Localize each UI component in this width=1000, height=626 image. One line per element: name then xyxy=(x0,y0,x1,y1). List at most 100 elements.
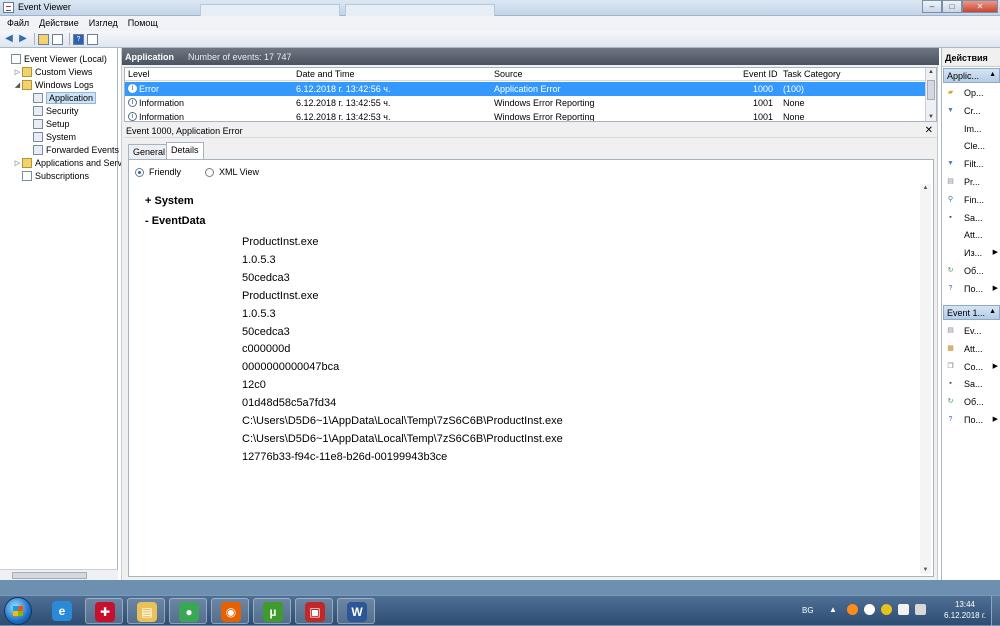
taskbar-utorrent-button[interactable]: µ xyxy=(253,598,291,624)
event-data-value: 50cedca3 xyxy=(242,271,290,284)
scroll-up-icon[interactable]: ▲ xyxy=(926,69,936,75)
menu-action[interactable]: Действие xyxy=(34,16,84,31)
start-button[interactable] xyxy=(4,597,32,625)
toolbar-separator xyxy=(69,33,70,45)
action-item[interactable]: Im... xyxy=(942,121,1000,138)
eventdata-section-toggle[interactable]: - EventData xyxy=(145,215,206,227)
show-desktop-button[interactable] xyxy=(991,596,1000,626)
column-source[interactable]: Source xyxy=(494,69,523,79)
column-date[interactable]: Date and Time xyxy=(296,69,355,79)
up-folder-icon[interactable] xyxy=(38,33,49,45)
taskbar-internet-explorer-button[interactable]: e xyxy=(43,598,81,624)
action-pane-icon[interactable] xyxy=(87,33,98,45)
back-arrow-icon[interactable]: ◀ xyxy=(3,33,15,45)
action-item[interactable]: Att... xyxy=(942,227,1000,244)
action-item[interactable]: ▪ Sa... xyxy=(942,376,1000,393)
tree-item[interactable]: ▷ Custom Views xyxy=(14,65,92,78)
action-item[interactable]: ▤ Ev... xyxy=(942,323,1000,340)
radio-friendly[interactable] xyxy=(135,167,144,177)
action-item[interactable]: ❐ Co... ▶ xyxy=(942,359,1000,376)
column-event-id[interactable]: Event ID xyxy=(743,69,778,79)
xml-view-option[interactable]: XML View xyxy=(205,167,259,177)
tree-item[interactable]: System xyxy=(25,130,76,143)
action-item[interactable]: ? По... ▶ xyxy=(942,412,1000,429)
column-level[interactable]: Level xyxy=(128,69,150,79)
expander-icon[interactable]: ▷ xyxy=(14,159,21,167)
tab-general[interactable]: General xyxy=(128,144,171,159)
friendly-option[interactable]: Friendly xyxy=(135,167,181,177)
tree-item[interactable]: Application xyxy=(25,91,97,104)
action-item[interactable]: ⚲ Fin... xyxy=(942,192,1000,209)
help-icon[interactable]: ? xyxy=(73,33,84,45)
submenu-arrow-icon: ▶ xyxy=(992,249,998,257)
expander-icon[interactable]: ◢ xyxy=(14,81,21,89)
action-item[interactable]: ↻ Об... xyxy=(942,394,1000,411)
tree-item[interactable]: Security xyxy=(25,104,79,117)
taskbar-word-button[interactable]: W xyxy=(337,598,375,624)
table-row[interactable]: i Error 6.12.2018 г. 13:42:56 ч. Applicatio… xyxy=(125,82,925,96)
collapse-icon[interactable]: ▲ xyxy=(989,71,996,78)
action-item[interactable]: ▼ Cr... xyxy=(942,103,1000,120)
menu-view[interactable]: Изглед xyxy=(84,16,123,31)
tree-item[interactable]: Subscriptions xyxy=(14,169,89,182)
table-scrollbar[interactable]: ▲ ▼ xyxy=(925,68,936,121)
action-item-label: Op... xyxy=(964,88,984,98)
actions-section-header[interactable]: Event 1... ▲ xyxy=(943,305,1000,320)
tray-app-icon[interactable] xyxy=(881,604,892,615)
scroll-up-icon[interactable]: ▲ xyxy=(920,185,931,191)
show-hidden-icons-icon[interactable]: ▲ xyxy=(829,605,837,614)
tree-item[interactable]: Forwarded Events xyxy=(25,143,119,156)
folder-icon xyxy=(22,79,32,90)
menu-help[interactable]: Помощ xyxy=(123,16,163,31)
action-item[interactable]: ▦ Att... xyxy=(942,341,1000,358)
taskbar-toolbox-button[interactable]: ▣ xyxy=(295,598,333,624)
close-details-icon[interactable]: ✕ xyxy=(925,125,933,136)
tree-item[interactable]: ◢ Windows Logs xyxy=(14,78,94,91)
tray-app-icon[interactable] xyxy=(864,604,875,615)
event-count: Number of events: 17 747 xyxy=(188,51,292,62)
scroll-thumb[interactable] xyxy=(927,80,935,100)
forward-arrow-icon[interactable]: ▶ xyxy=(17,33,29,45)
tray-app-icon[interactable] xyxy=(847,604,858,615)
taskbar-chrome-button[interactable]: ● xyxy=(169,598,207,624)
scroll-thumb[interactable] xyxy=(12,572,87,579)
action-item-label: Sa... xyxy=(964,212,983,223)
clock[interactable]: 13:44 6.12.2018 г. xyxy=(944,599,986,621)
volume-icon[interactable] xyxy=(915,604,926,615)
minimize-button[interactable]: – xyxy=(922,0,942,13)
taskbar-file-explorer-button[interactable]: ▤ xyxy=(127,598,165,624)
action-item[interactable]: ↻ Об... xyxy=(942,263,1000,280)
tree-item[interactable]: ▷ Applications and Servi xyxy=(14,156,124,169)
maximize-button[interactable]: □ xyxy=(942,0,962,13)
event-data-value: ProductInst.exe xyxy=(242,236,319,248)
radio-xml-view[interactable] xyxy=(205,167,214,177)
action-item[interactable]: Cle... xyxy=(942,138,1000,155)
expander-icon[interactable]: ▷ xyxy=(14,68,21,76)
table-row[interactable]: i Information 6.12.2018 г. 13:42:53 ч. Wind… xyxy=(125,110,925,121)
collapse-icon[interactable]: ▲ xyxy=(989,308,996,315)
close-button[interactable]: ✕ xyxy=(962,0,998,13)
scroll-down-icon[interactable]: ▼ xyxy=(926,114,936,120)
taskbar-language-flag-button[interactable]: ✚ xyxy=(85,598,123,624)
action-item[interactable]: ▪ Sa... xyxy=(942,210,1000,227)
tab-details[interactable]: Details xyxy=(166,142,204,159)
action-item[interactable]: ▤ Pr... xyxy=(942,174,1000,191)
language-indicator[interactable]: BG xyxy=(802,606,814,615)
table-row[interactable]: i Information 6.12.2018 г. 13:42:55 ч. Wind… xyxy=(125,96,925,110)
console-tree-icon[interactable] xyxy=(52,33,63,45)
tree-item[interactable]: Setup xyxy=(25,117,70,130)
tree-item[interactable]: Event Viewer (Local) xyxy=(3,52,107,65)
action-item[interactable]: Из... ▶ xyxy=(942,245,1000,262)
scroll-down-icon[interactable]: ▼ xyxy=(920,567,931,573)
action-item[interactable]: ? По... ▶ xyxy=(942,281,1000,298)
action-item[interactable]: ▰ Op... xyxy=(942,85,1000,102)
tree-scrollbar[interactable] xyxy=(0,569,118,580)
details-scrollbar[interactable]: ▲ ▼ xyxy=(920,184,931,574)
action-item[interactable]: ▼ Filt... xyxy=(942,156,1000,173)
menu-file[interactable]: Файл xyxy=(2,16,34,31)
column-task-category[interactable]: Task Category xyxy=(783,69,841,79)
taskbar-firefox-button[interactable]: ◉ xyxy=(211,598,249,624)
system-section-toggle[interactable]: + System xyxy=(145,195,194,207)
actions-section-header[interactable]: Applic... ▲ xyxy=(943,68,1000,83)
network-icon[interactable] xyxy=(898,604,909,615)
